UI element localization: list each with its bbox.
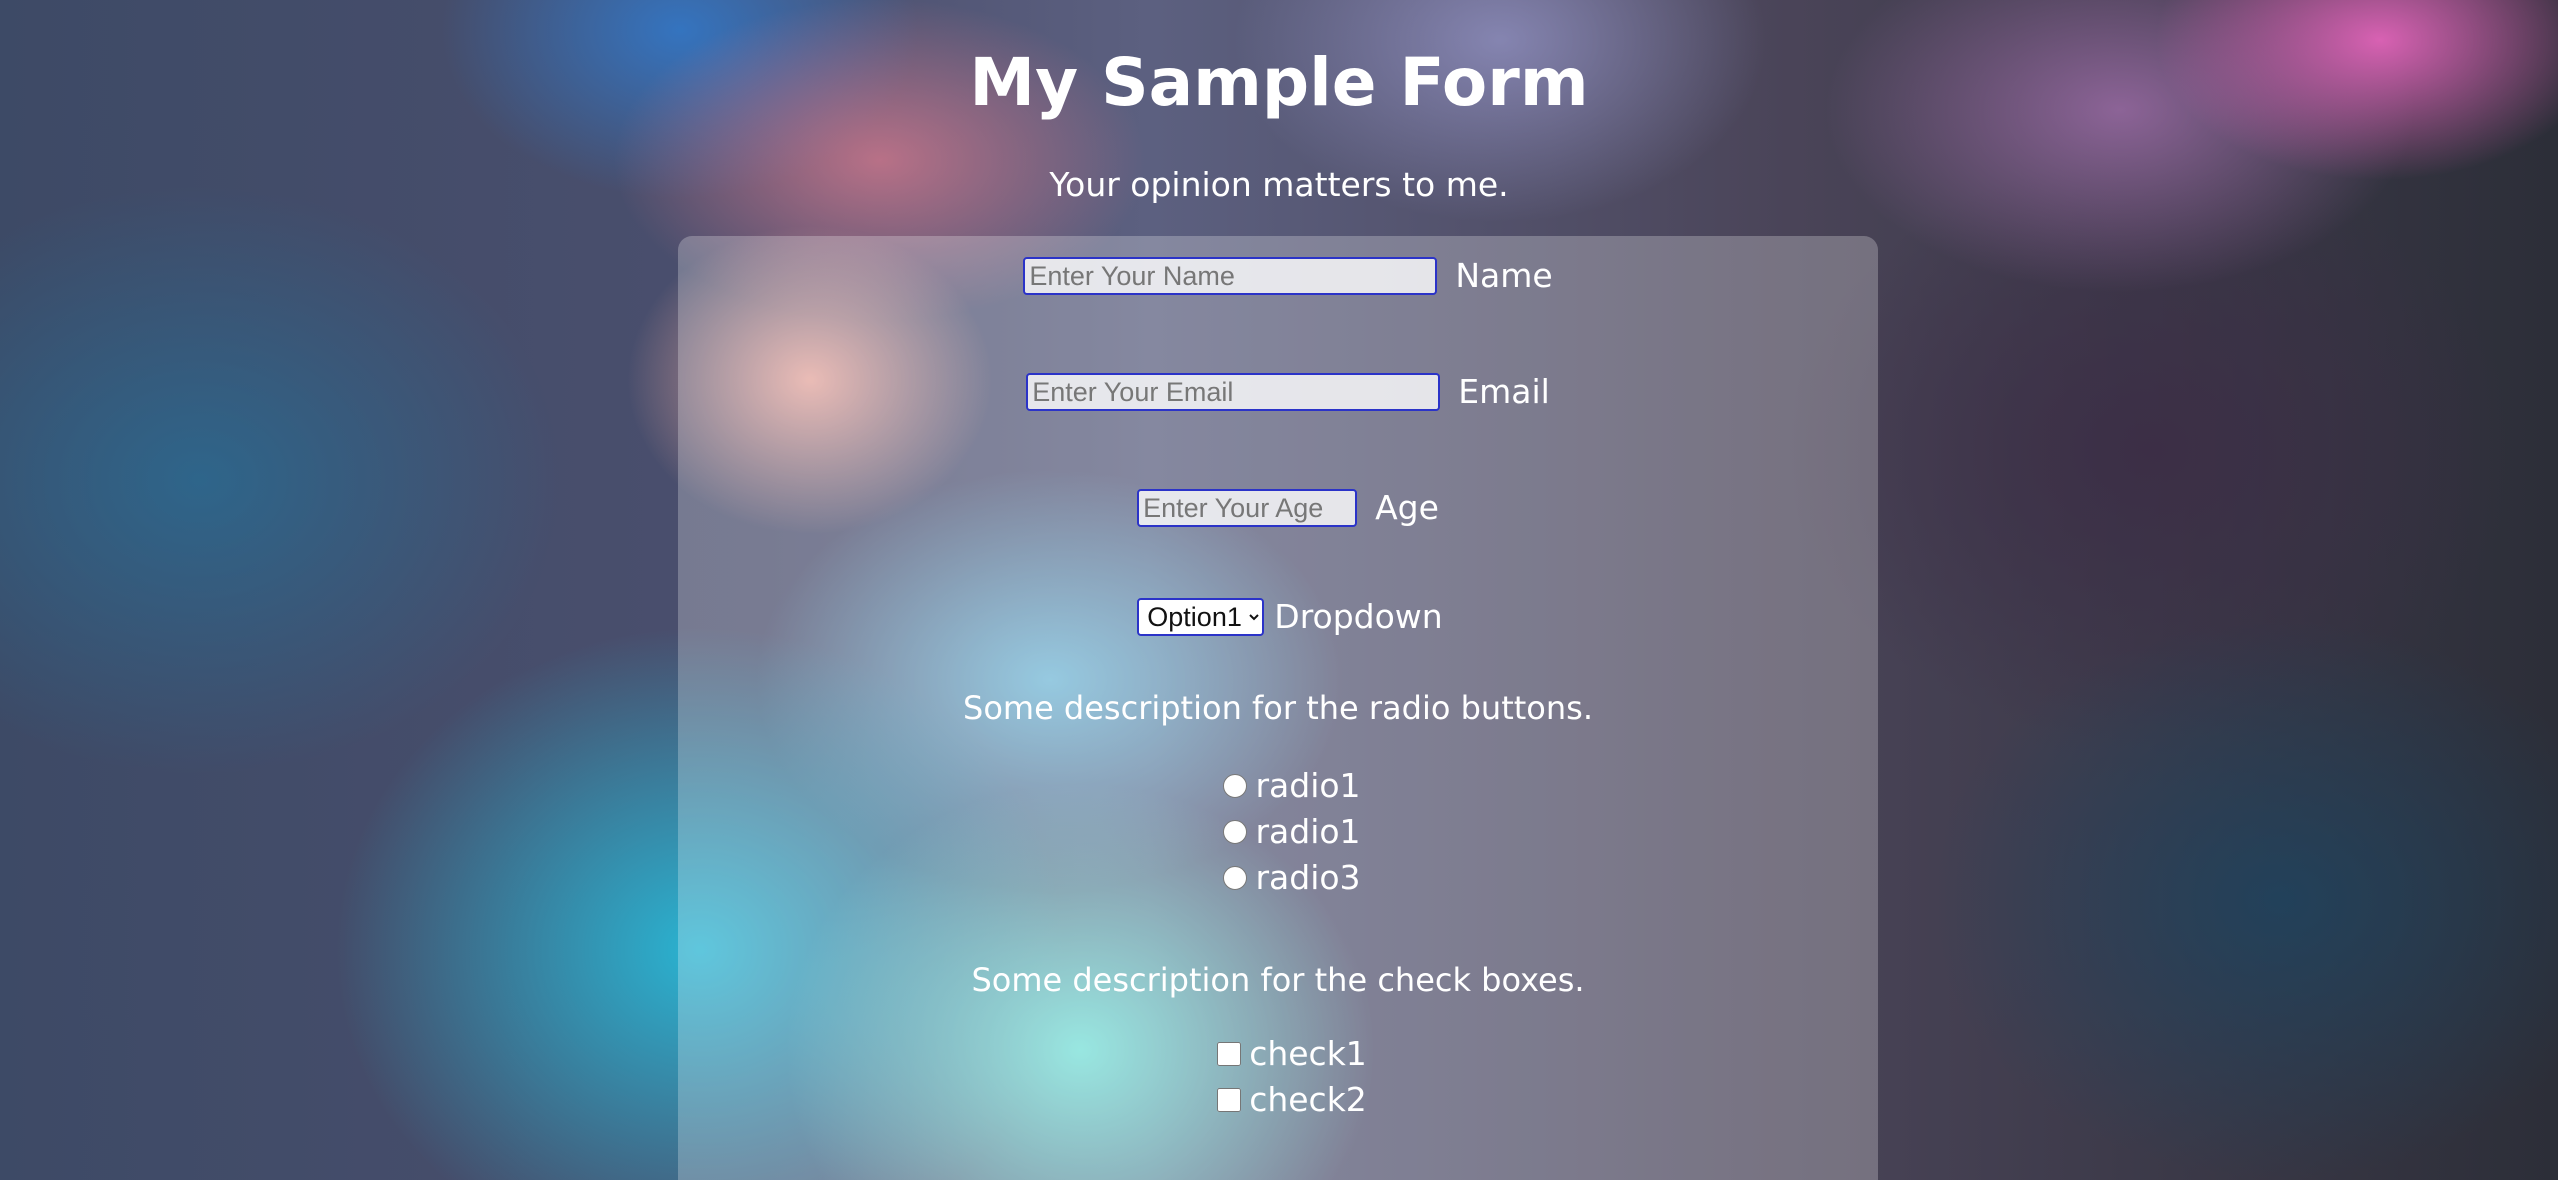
- checkbox-2[interactable]: [1217, 1088, 1242, 1112]
- radio-label-2: radio1: [1255, 812, 1361, 851]
- checkbox-label-1: check1: [1249, 1034, 1367, 1073]
- dropdown-row: Option1 Dropdown: [678, 595, 1890, 639]
- checkbox-option: check2: [678, 1078, 1878, 1122]
- page: My Sample Form Your opinion matters to m…: [0, 0, 2558, 1180]
- radio-option: radio1: [678, 764, 1878, 808]
- dropdown-label: Dropdown: [1274, 597, 1443, 636]
- radio-label-3: radio3: [1255, 858, 1361, 897]
- radio-option: radio3: [678, 856, 1878, 900]
- radio-button-3[interactable]: [1223, 866, 1248, 890]
- radio-label-1: radio1: [1255, 766, 1361, 805]
- checkbox-1[interactable]: [1217, 1042, 1242, 1066]
- age-row: Age: [678, 486, 1888, 530]
- age-label: Age: [1375, 488, 1439, 527]
- radio-description: Some description for the radio buttons.: [963, 689, 1593, 727]
- name-label: Name: [1455, 256, 1553, 295]
- radio-option: radio1: [678, 810, 1878, 854]
- page-subtitle: Your opinion matters to me.: [1049, 165, 1509, 204]
- form-card: Name Email Age Option1 Dropdown Some des…: [678, 236, 1878, 1180]
- checkbox-label-2: check2: [1249, 1080, 1367, 1119]
- dropdown-select[interactable]: Option1: [1137, 598, 1265, 636]
- age-input[interactable]: [1137, 489, 1358, 527]
- email-input[interactable]: [1026, 373, 1441, 411]
- name-input[interactable]: [1023, 257, 1438, 295]
- page-title: My Sample Form: [969, 44, 1589, 121]
- radio-button-1[interactable]: [1223, 774, 1248, 798]
- email-row: Email: [678, 370, 1888, 414]
- checkbox-description: Some description for the check boxes.: [971, 961, 1585, 999]
- radio-button-2[interactable]: [1223, 820, 1248, 844]
- name-row: Name: [678, 254, 1888, 298]
- checkbox-option: check1: [678, 1032, 1878, 1076]
- email-label: Email: [1458, 372, 1550, 411]
